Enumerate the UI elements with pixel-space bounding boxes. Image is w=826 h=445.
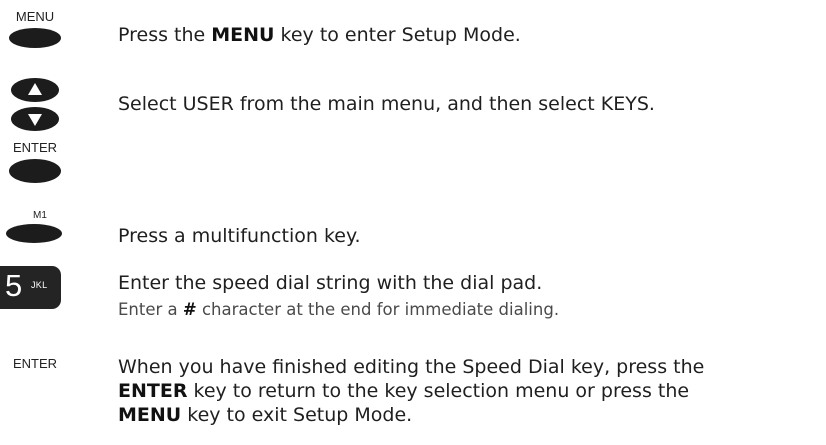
down-arrow-icon [28,114,42,126]
finish-line3-post: key to exit Setup Mode. [181,404,413,426]
select-step-text: Select USER from the main menu, and then… [118,93,655,115]
menu-step-text-pre: Press the [118,24,212,46]
dial-note-bold: # [182,300,197,319]
multifunction-step-text: Press a multifunction key. [118,225,361,247]
up-arrow-icon [28,83,42,95]
enter-key-icon[interactable] [9,159,61,183]
dialpad-key-digit: 5 [5,268,23,303]
menu-step-text-post: key to enter Setup Mode. [274,24,521,46]
dial-step-note: Enter a # character at the end for immed… [118,300,559,320]
down-arrow-key[interactable] [11,107,59,131]
finish-step-line3: MENU key to exit Setup Mode. [118,404,412,426]
finish-enter-key-label: ENTER [12,356,58,371]
dialpad-key-letters: JKL [31,280,48,290]
dial-note-pre: Enter a [118,300,183,319]
finish-line2-bold: ENTER [118,380,188,402]
up-arrow-key[interactable] [11,78,59,102]
finish-step-line2: ENTER key to return to the key selection… [118,380,689,402]
enter-key-label: ENTER [12,140,58,155]
menu-step-text-bold: MENU [211,24,275,46]
menu-key-label: MENU [15,9,55,24]
dialpad-5-key-icon[interactable]: 5 JKL [0,266,61,309]
finish-line3-bold: MENU [118,404,182,426]
dial-note-post: character at the end for immediate diali… [196,300,560,319]
dial-step-text: Enter the speed dial string with the dia… [118,272,543,294]
menu-key-icon[interactable] [9,28,61,48]
m1-key-icon[interactable] [6,224,62,243]
m1-key-label: M1 [33,210,47,221]
finish-line2-post: key to return to the key selection menu … [187,380,690,402]
finish-step-line1: When you have finished editing the Speed… [118,356,705,378]
menu-step-text: Press the MENU key to enter Setup Mode. [118,24,521,46]
